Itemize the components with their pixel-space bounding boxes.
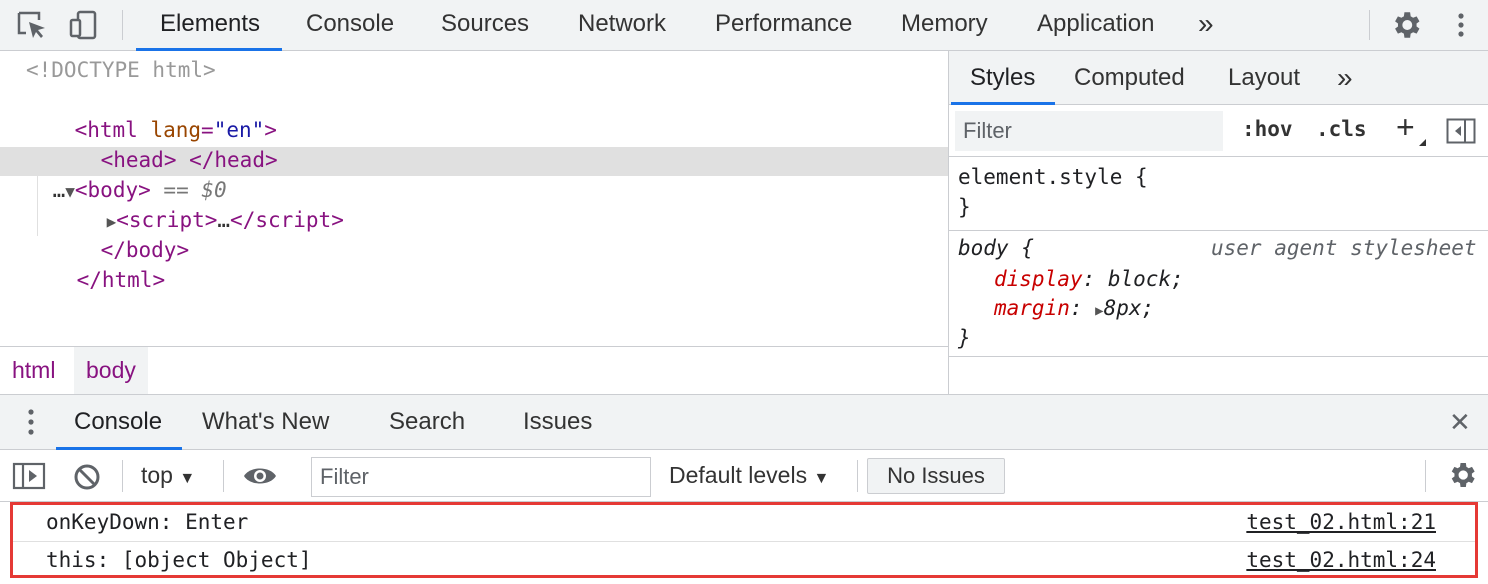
console-settings-gear-icon[interactable]: [1446, 459, 1478, 491]
devtools-main-toolbar: Elements Console Sources Network Perform…: [0, 0, 1488, 51]
expand-triangle-icon[interactable]: ▶: [1095, 303, 1103, 319]
tab-layout[interactable]: Layout: [1228, 51, 1300, 105]
toggle-sidebar-icon[interactable]: [1446, 118, 1476, 144]
tab-styles[interactable]: Styles: [970, 51, 1035, 105]
device-toolbar-icon[interactable]: [66, 8, 102, 42]
script-node[interactable]: ▶<script>…</script>: [56, 175, 344, 232]
styles-tabbar: Styles Computed Layout »: [949, 51, 1488, 105]
toolbar-divider: [857, 460, 858, 492]
message-source-link[interactable]: test_02.html:24: [1246, 548, 1436, 572]
tab-console[interactable]: Console: [306, 0, 394, 51]
drawer-tabbar: Console What's New Search Issues ✕: [0, 394, 1488, 450]
tab-performance[interactable]: Performance: [715, 0, 852, 51]
toolbar-divider: [1369, 10, 1370, 40]
styles-filter-input[interactable]: [955, 111, 1223, 151]
tab-application[interactable]: Application: [1037, 0, 1154, 51]
body-close-node[interactable]: </body>: [50, 205, 190, 262]
clear-console-icon[interactable]: [72, 462, 102, 492]
class-toggle[interactable]: .cls: [1316, 117, 1367, 141]
body-selector[interactable]: body {: [958, 233, 1034, 263]
hover-state-toggle[interactable]: :hov: [1242, 117, 1293, 141]
console-messages: onKeyDown: Enter test_02.html:21 this: […: [0, 502, 1488, 584]
drawer-tab-search[interactable]: Search: [389, 395, 465, 450]
log-levels-dropdown[interactable]: Default levels ▼: [669, 462, 829, 489]
close-icon[interactable]: ✕: [1449, 395, 1471, 450]
drawer-menu-icon[interactable]: [14, 407, 48, 439]
rule-close-brace: }: [958, 326, 971, 350]
styles-sidebar: Styles Computed Layout » :hov .cls + ele…: [948, 51, 1488, 394]
kebab-menu-icon[interactable]: [1446, 8, 1476, 42]
drawer-tab-whats-new[interactable]: What's New: [202, 395, 329, 450]
dom-tree-panel: <!DOCTYPE html> <html lang="en"> <head> …: [0, 51, 948, 346]
gear-icon[interactable]: [1389, 8, 1425, 42]
element-style-selector[interactable]: element.style {: [958, 162, 1148, 192]
styles-filter-bar: :hov .cls +: [949, 105, 1488, 157]
drawer-tab-issues[interactable]: Issues: [523, 395, 592, 450]
new-style-rule-button[interactable]: +: [1396, 109, 1415, 146]
dropdown-arrow-icon: ▼: [813, 470, 830, 487]
chevrons-right-icon[interactable]: »: [1337, 51, 1353, 105]
element-style-rule: element.style { }: [949, 158, 1488, 231]
html-close-node[interactable]: </html>: [26, 235, 166, 292]
body-style-rule: body { user agent stylesheet display: bl…: [949, 231, 1488, 357]
toolbar-divider: [122, 10, 123, 40]
message-text: this: [object Object]: [46, 548, 312, 572]
tag-name: script: [255, 208, 332, 232]
console-filter-input[interactable]: [311, 457, 651, 497]
show-sidebar-icon[interactable]: [12, 462, 46, 490]
drawer-tab-console[interactable]: Console: [74, 395, 162, 450]
body-node[interactable]: …▼<body> == $0: [2, 145, 227, 202]
toolbar-divider: [223, 460, 224, 492]
breadcrumb-html[interactable]: html: [0, 347, 67, 394]
context-selector[interactable]: top ▼: [141, 462, 195, 489]
chevrons-right-icon[interactable]: »: [1198, 0, 1214, 51]
console-toolbar: top ▼ Default levels ▼ No Issues: [0, 450, 1488, 502]
tag-name: html: [101, 268, 153, 292]
console-message: this: [object Object] test_02.html:24: [12, 543, 1476, 580]
message-source-link[interactable]: test_02.html:21: [1246, 510, 1436, 534]
console-message: onKeyDown: Enter test_02.html:21: [12, 505, 1476, 542]
css-declaration-margin[interactable]: margin: ▶8px;: [994, 293, 1154, 323]
rule-source-label: user agent stylesheet: [1211, 236, 1477, 260]
tab-computed[interactable]: Computed: [1074, 51, 1185, 105]
rule-close-brace: }: [958, 195, 971, 219]
breadcrumb: html body: [0, 346, 948, 394]
inspect-element-icon[interactable]: [14, 8, 50, 42]
breadcrumb-body[interactable]: body: [74, 347, 148, 394]
tree-guide-line: [37, 176, 38, 236]
doctype-node[interactable]: <!DOCTYPE html>: [26, 55, 216, 85]
html-node[interactable]: <html lang="en">: [24, 85, 277, 142]
eye-icon[interactable]: [242, 462, 278, 490]
collapsed-content[interactable]: …: [217, 208, 230, 232]
tab-memory[interactable]: Memory: [901, 0, 988, 51]
dropdown-arrow-icon: ▼: [179, 470, 196, 487]
tab-elements[interactable]: Elements: [160, 0, 260, 51]
corner-triangle-icon: [1419, 139, 1426, 146]
issues-counter-button[interactable]: No Issues: [867, 458, 1005, 494]
tab-sources[interactable]: Sources: [441, 0, 529, 51]
toolbar-divider: [1425, 460, 1426, 492]
css-declaration-display[interactable]: display: block;: [994, 264, 1184, 294]
toolbar-divider: [122, 460, 123, 492]
message-text: onKeyDown: Enter: [46, 510, 249, 534]
tab-network[interactable]: Network: [578, 0, 666, 51]
head-node[interactable]: <head> </head>: [50, 115, 278, 172]
